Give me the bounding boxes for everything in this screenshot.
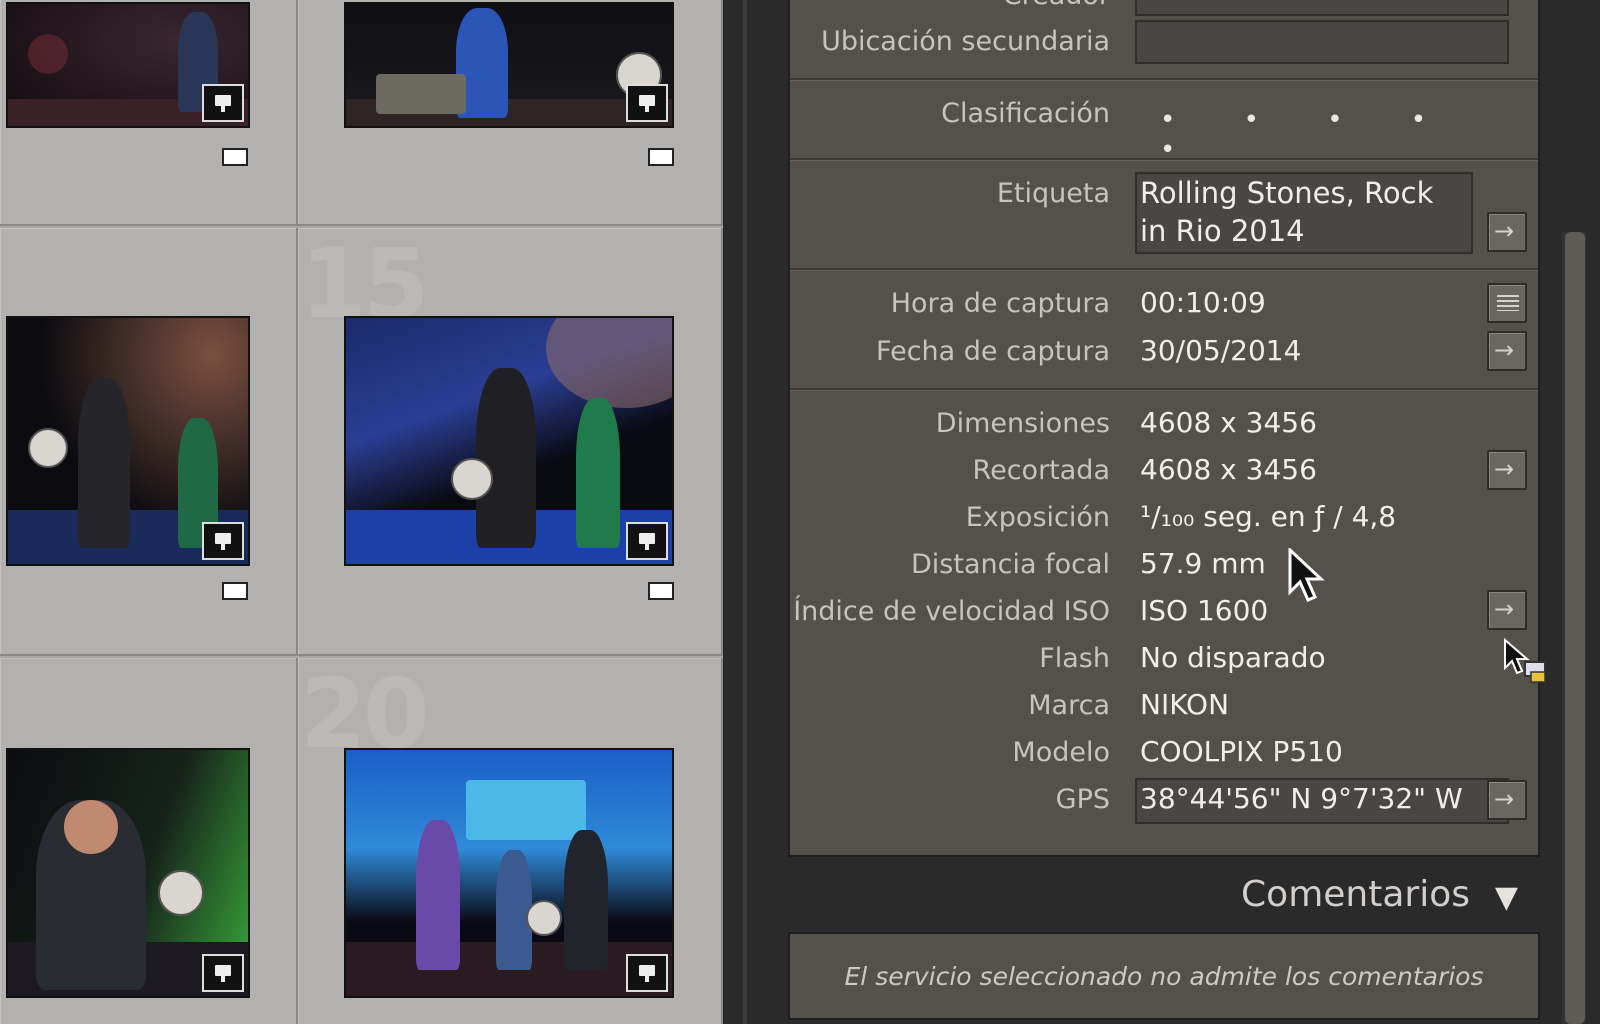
- photo-thumbnail[interactable]: [6, 316, 250, 566]
- model-label: Modelo: [1012, 737, 1110, 768]
- exposure-value: ¹/₁₀₀ seg. en ƒ / 4,8: [1140, 500, 1397, 533]
- capture-date-label: Fecha de captura: [876, 336, 1110, 367]
- cropped-value: 4608 x 3456: [1140, 453, 1317, 486]
- gps-arrow-button[interactable]: [1487, 780, 1527, 820]
- rating-label: Clasificación: [941, 98, 1110, 129]
- cursor-icon: [1504, 638, 1546, 683]
- badge-icon[interactable]: [202, 84, 244, 122]
- capture-time-label: Hora de captura: [890, 288, 1110, 319]
- comments-panel: El servicio seleccionado no admite los c…: [788, 932, 1540, 1020]
- capture-date-arrow-button[interactable]: [1487, 331, 1527, 371]
- secondary-location-label: Ubicación secundaria: [821, 26, 1110, 57]
- secondary-location-field[interactable]: [1135, 20, 1509, 64]
- panel-gutter: [723, 0, 768, 1024]
- flash-value: No disparado: [1140, 641, 1326, 674]
- make-value: NIKON: [1140, 688, 1230, 721]
- gps-value: 38°44'56" N 9°7'32" W: [1140, 782, 1463, 815]
- iso-arrow-button[interactable]: [1487, 590, 1527, 630]
- capture-date-value: 30/05/2014: [1140, 334, 1302, 367]
- badge-icon[interactable]: [202, 954, 244, 992]
- creator-field[interactable]: [1135, 0, 1509, 16]
- photo-thumbnail[interactable]: [344, 748, 674, 998]
- dimensions-label: Dimensiones: [935, 408, 1110, 439]
- grid-cell[interactable]: [0, 0, 298, 226]
- gps-label: GPS: [1055, 784, 1110, 815]
- capture-time-list-button[interactable]: [1487, 283, 1527, 323]
- comments-message: El servicio seleccionado no admite los c…: [844, 962, 1484, 991]
- badge-icon[interactable]: [626, 522, 668, 560]
- scrollbar-thumb[interactable]: [1565, 232, 1585, 1024]
- photo-thumbnail[interactable]: [6, 748, 250, 998]
- flag-checkbox[interactable]: [222, 148, 248, 166]
- grid-cell[interactable]: [298, 0, 723, 226]
- triangle-down-icon[interactable]: ▼: [1495, 880, 1518, 915]
- capture-time-value: 00:10:09: [1140, 286, 1266, 319]
- iso-label: Índice de velocidad ISO: [793, 596, 1110, 627]
- photo-thumbnail[interactable]: [344, 2, 674, 128]
- metadata-panel: Creador Ubicación secundaria Clasificaci…: [788, 0, 1540, 857]
- photo-grid: 15 20: [0, 0, 723, 1024]
- badge-icon[interactable]: [626, 84, 668, 122]
- tag-arrow-button[interactable]: [1487, 212, 1527, 252]
- flag-checkbox[interactable]: [222, 582, 248, 600]
- photo-thumbnail[interactable]: [344, 316, 674, 566]
- badge-icon[interactable]: [626, 954, 668, 992]
- iso-value: ISO 1600: [1140, 594, 1269, 627]
- flash-label: Flash: [1039, 643, 1110, 674]
- make-label: Marca: [1028, 690, 1110, 721]
- tag-label: Etiqueta: [996, 178, 1110, 209]
- focal-length-value: 57.9 mm: [1140, 547, 1266, 580]
- rating-stars[interactable]: • • • • •: [1160, 105, 1538, 165]
- right-panel: Creador Ubicación secundaria Clasificaci…: [768, 0, 1600, 1024]
- creator-label: Creador: [1003, 0, 1110, 11]
- cursor-icon: [1288, 548, 1325, 602]
- grid-cell[interactable]: 20: [298, 658, 723, 1024]
- photo-thumbnail[interactable]: [6, 2, 250, 128]
- dimensions-value: 4608 x 3456: [1140, 406, 1317, 439]
- flag-checkbox[interactable]: [648, 582, 674, 600]
- grid-cell[interactable]: 15: [298, 228, 723, 656]
- badge-icon[interactable]: [202, 522, 244, 560]
- grid-cell[interactable]: [0, 228, 298, 656]
- tag-value-line1: Rolling Stones, Rock: [1140, 176, 1434, 210]
- tag-value-line2: in Rio 2014: [1140, 214, 1305, 248]
- comments-title: Comentarios: [1241, 874, 1470, 915]
- flag-checkbox[interactable]: [648, 148, 674, 166]
- model-value: COOLPIX P510: [1140, 735, 1343, 768]
- grid-cell[interactable]: [0, 658, 298, 1024]
- exposure-label: Exposición: [965, 502, 1110, 533]
- focal-length-label: Distancia focal: [911, 549, 1110, 580]
- cropped-arrow-button[interactable]: [1487, 450, 1527, 490]
- cropped-label: Recortada: [972, 455, 1110, 486]
- comments-header[interactable]: Comentarios ▼: [788, 862, 1540, 922]
